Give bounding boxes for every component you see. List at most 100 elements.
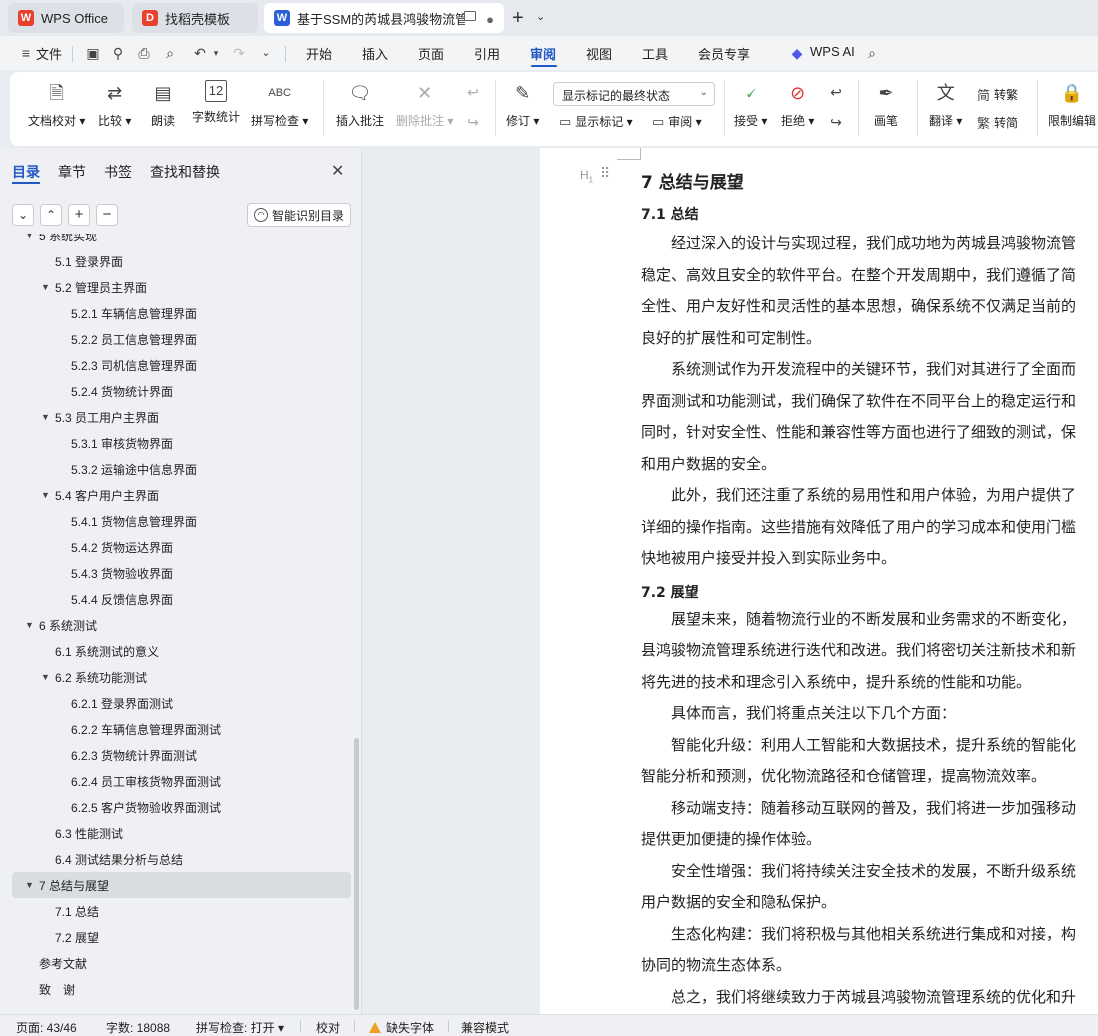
- search-icon[interactable]: ⌕: [864, 45, 880, 61]
- new-tab-icon[interactable]: +: [512, 7, 524, 30]
- toc-item[interactable]: 5.2.2 员工信息管理界面: [0, 326, 354, 352]
- menu-page[interactable]: 页面: [418, 44, 444, 63]
- toc-item[interactable]: 6.2.5 客户货物验收界面测试: [0, 794, 354, 820]
- toc-item[interactable]: 5.2.3 司机信息管理界面: [0, 352, 354, 378]
- share-icon[interactable]: ⚲: [110, 45, 126, 61]
- toc-item[interactable]: 5.1 登录界面: [0, 248, 354, 274]
- print-icon[interactable]: ⎙: [136, 45, 152, 61]
- markup-mode-select[interactable]: 显示标记的最终状态 ⌄: [553, 82, 715, 106]
- compare-button[interactable]: ⇄ 比较 ▾: [98, 80, 131, 129]
- toc-item[interactable]: 7.1 总结: [0, 898, 354, 924]
- doc-check-button[interactable]: 🗎 文档校对 ▾: [28, 80, 85, 129]
- toc-item[interactable]: 5.2.1 车辆信息管理界面: [0, 300, 354, 326]
- revise-button[interactable]: ✎ 修订 ▾: [506, 80, 539, 129]
- toc-item[interactable]: 5.4.4 反馈信息界面: [0, 586, 354, 612]
- toc-item[interactable]: ▼ 5.2 管理员主界面: [0, 274, 354, 300]
- accept-button[interactable]: 🗸 接受 ▾: [734, 80, 767, 129]
- toc-item[interactable]: 5.3.1 审核货物界面: [0, 430, 354, 456]
- toc-item[interactable]: 5.3.2 运输途中信息界面: [0, 456, 354, 482]
- caret-down-icon[interactable]: ▼: [41, 672, 50, 682]
- pen-button[interactable]: ✒ 画笔: [873, 80, 899, 129]
- toc-item[interactable]: 7.2 展望: [0, 924, 354, 950]
- menu-home[interactable]: 开始: [306, 44, 332, 63]
- page-indicator[interactable]: 页面: 43/46: [16, 1019, 77, 1036]
- to-traditional-button[interactable]: 简 转繁: [977, 85, 1018, 104]
- menu-tools[interactable]: 工具: [642, 44, 668, 63]
- proof-status[interactable]: 校对: [316, 1019, 340, 1036]
- toc-item[interactable]: ▼ 5.3 员工用户主界面: [0, 404, 354, 430]
- tab-template[interactable]: D 找稻壳模板: [132, 3, 258, 33]
- toc-item[interactable]: ▼ 5 系统实现: [0, 234, 354, 248]
- chevron-down-icon[interactable]: ⌄: [258, 45, 274, 61]
- caret-down-icon[interactable]: ▼: [41, 412, 50, 422]
- caret-down-icon[interactable]: ▼: [41, 490, 50, 500]
- word-count-button[interactable]: 12 字数统计: [192, 80, 240, 125]
- menu-member[interactable]: 会员专享: [698, 44, 750, 63]
- toc-item[interactable]: 5.4.1 货物信息管理界面: [0, 508, 354, 534]
- toc-item[interactable]: 5.4.3 货物验收界面: [0, 560, 354, 586]
- tab-document[interactable]: W 基于SSM的芮城县鸿骏物流管 ●: [264, 3, 504, 33]
- caret-down-icon[interactable]: ▼: [25, 880, 34, 890]
- add-heading-button[interactable]: +: [68, 204, 90, 226]
- prev-change-icon[interactable]: ↩: [828, 84, 844, 100]
- hamburger-icon[interactable]: ≡: [18, 45, 34, 61]
- close-icon[interactable]: ✕: [331, 161, 344, 181]
- menu-view[interactable]: 视图: [586, 44, 612, 63]
- toc-item[interactable]: 5.4.2 货物运达界面: [0, 534, 354, 560]
- toc-item[interactable]: 6.3 性能测试: [0, 820, 354, 846]
- menu-wps-ai[interactable]: WPS AI: [810, 44, 855, 59]
- menu-insert[interactable]: 插入: [362, 44, 388, 63]
- remove-heading-button[interactable]: −: [96, 204, 118, 226]
- smart-toc-button[interactable]: ◠ 智能识别目录: [247, 203, 351, 227]
- toc-item[interactable]: 6.4 测试结果分析与总结: [0, 846, 354, 872]
- caret-down-icon[interactable]: ▼: [25, 234, 34, 240]
- nav-tab-bookmarks[interactable]: 书签: [104, 162, 132, 182]
- caret-down-icon[interactable]: ▼: [25, 620, 34, 630]
- spell-check-status[interactable]: 拼写检查: 打开 ▾: [196, 1019, 284, 1036]
- show-markup-button[interactable]: ▭ 显示标记 ▾: [559, 113, 633, 130]
- chevron-down-icon[interactable]: ⌄: [536, 10, 545, 23]
- toc-item[interactable]: 5.2.4 货物统计界面: [0, 378, 354, 404]
- toc-item[interactable]: ▼ 7 总结与展望: [12, 872, 351, 898]
- review-pane-button[interactable]: ▭ 审阅 ▾: [652, 113, 702, 130]
- toc-item[interactable]: 6.1 系统测试的意义: [0, 638, 354, 664]
- chevron-down-icon[interactable]: ▾: [208, 45, 224, 61]
- drag-handle-icon[interactable]: ⠿: [600, 165, 610, 182]
- toc-item[interactable]: 6.2.4 员工审核货物界面测试: [0, 768, 354, 794]
- toc-item[interactable]: ▼ 6.2 系统功能测试: [0, 664, 354, 690]
- toc-item[interactable]: ▼ 5.4 客户用户主界面: [0, 482, 354, 508]
- scrollbar[interactable]: [354, 738, 359, 1010]
- menu-review[interactable]: 审阅: [530, 44, 556, 63]
- caret-down-icon[interactable]: ▼: [41, 282, 50, 292]
- window-icon[interactable]: [464, 11, 476, 21]
- toc-item[interactable]: 6.2.1 登录界面测试: [0, 690, 354, 716]
- expand-up-button[interactable]: ⌃: [40, 204, 62, 226]
- insert-comment-button[interactable]: 🗨 插入批注: [336, 80, 384, 129]
- next-change-icon[interactable]: ↪: [828, 114, 844, 130]
- restrict-edit-button[interactable]: 🔒 限制编辑: [1048, 80, 1096, 129]
- toc-item[interactable]: ▼ 6 系统测试: [0, 612, 354, 638]
- print-preview-icon[interactable]: ⌕: [162, 45, 178, 61]
- unsaved-dot-icon[interactable]: ●: [486, 12, 494, 27]
- translate-button[interactable]: 文 翻译 ▾: [929, 80, 962, 129]
- toc-item[interactable]: 致 谢: [0, 976, 354, 1002]
- menu-references[interactable]: 引用: [474, 44, 500, 63]
- tab-wps-office[interactable]: W WPS Office: [8, 3, 124, 33]
- spell-check-button[interactable]: ABC 拼写检查 ▾: [251, 80, 308, 129]
- collapse-all-button[interactable]: ⌄: [12, 204, 34, 226]
- reject-button[interactable]: ⊘ 拒绝 ▾: [781, 80, 814, 129]
- save-icon[interactable]: ▣: [85, 45, 101, 61]
- to-simplified-button[interactable]: 繁 转简: [977, 113, 1018, 132]
- toc-item[interactable]: 6.2.2 车辆信息管理界面测试: [0, 716, 354, 742]
- nav-tab-find-replace[interactable]: 查找和替换: [150, 162, 220, 182]
- missing-font-status[interactable]: 缺失字体: [369, 1019, 434, 1036]
- toc-item[interactable]: 参考文献: [0, 950, 354, 976]
- nav-tab-toc[interactable]: 目录: [12, 162, 40, 182]
- menu-file[interactable]: 文件: [36, 44, 62, 63]
- heading-marker-icon[interactable]: H1: [580, 168, 593, 184]
- nav-tab-chapters[interactable]: 章节: [58, 162, 86, 182]
- read-aloud-button[interactable]: ▤ 朗读: [150, 80, 176, 129]
- word-count-indicator[interactable]: 字数: 18088: [106, 1019, 170, 1036]
- toc-item[interactable]: 6.2.3 货物统计界面测试: [0, 742, 354, 768]
- undo-icon[interactable]: ↶: [192, 45, 208, 61]
